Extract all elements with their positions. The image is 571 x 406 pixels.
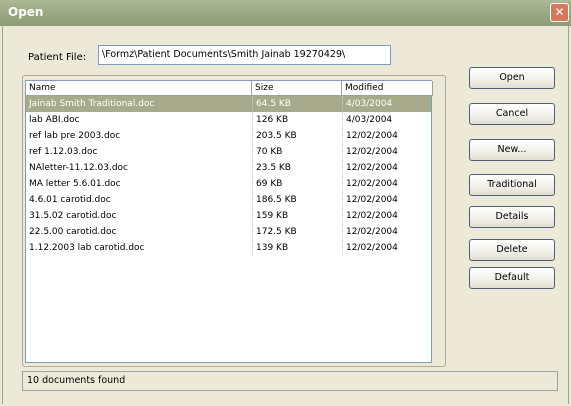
cell-modified: 4/03/2004 (342, 112, 431, 128)
cell-name: lab ABI.doc (29, 115, 80, 125)
patient-file-field[interactable]: \Formz\Patient Documents\Smith Jainab 19… (98, 45, 391, 65)
close-button[interactable]: ✕ (550, 3, 569, 22)
file-row[interactable]: NAletter-11.12.03.doc 23.5 KB 12/02/2004 (26, 160, 431, 176)
file-row[interactable]: 1.12.2003 lab carotid.doc 139 KB 12/02/200… (26, 240, 431, 256)
cell-size: 69 KB (252, 176, 342, 192)
dialog-title: Open (8, 5, 44, 19)
patient-file-label: Patient File: (28, 52, 87, 63)
cell-size: 139 KB (252, 240, 342, 256)
file-row[interactable]: ref lab pre 2003.doc 203.5 KB 12/02/2004 (26, 128, 431, 144)
file-row[interactable]: lab ABI.doc 126 KB 4/03/2004 (26, 112, 431, 128)
cell-modified: 12/02/2004 (342, 240, 431, 256)
cell-modified: 12/02/2004 (342, 192, 431, 208)
cell-name: 22.5.00 carotid.doc (29, 227, 117, 237)
column-header-modified[interactable]: Modified (342, 81, 433, 96)
cell-name: 31.5.02 carotid.doc (29, 211, 117, 221)
file-row[interactable]: 22.5.00 carotid.doc 172.5 KB 12/02/2004 (26, 224, 431, 240)
column-header-name[interactable]: Name (26, 81, 252, 96)
details-button[interactable]: Details (469, 206, 555, 228)
cell-size: 126 KB (252, 112, 342, 128)
cell-name: 1.12.2003 lab carotid.doc (29, 243, 145, 253)
file-row[interactable]: Jainab Smith Traditional.doc 64.5 KB 4/03/… (26, 96, 431, 112)
file-row[interactable]: 31.5.02 carotid.doc 159 KB 12/02/2004 (26, 208, 431, 224)
file-row[interactable]: 4.6.01 carotid.doc 186.5 KB 12/02/2004 (26, 192, 431, 208)
cell-modified: 4/03/2004 (342, 96, 431, 112)
file-list[interactable]: Name Size Modified Jainab Smith Traditio… (25, 80, 433, 363)
file-row[interactable]: MA letter 5.6.01.doc 69 KB 12/02/2004 (26, 176, 431, 192)
cell-name: ref 1.12.03.doc (29, 147, 98, 157)
cell-name: Jainab Smith Traditional.doc (29, 99, 155, 109)
cell-modified: 12/02/2004 (342, 128, 431, 144)
cell-size: 172.5 KB (252, 224, 342, 240)
cell-modified: 12/02/2004 (342, 208, 431, 224)
cell-modified: 12/02/2004 (342, 160, 431, 176)
file-row[interactable]: ref 1.12.03.doc 70 KB 12/02/2004 (26, 144, 431, 160)
cell-modified: 12/02/2004 (342, 176, 431, 192)
new-button[interactable]: New... (469, 139, 555, 161)
cell-size: 64.5 KB (252, 96, 342, 112)
cell-size: 203.5 KB (252, 128, 342, 144)
cell-size: 23.5 KB (252, 160, 342, 176)
delete-button[interactable]: Delete (469, 239, 555, 261)
default-button[interactable]: Default (469, 267, 555, 289)
cell-modified: 12/02/2004 (342, 224, 431, 240)
title-bar[interactable]: Open ✕ (0, 0, 571, 26)
cell-name: NAletter-11.12.03.doc (29, 163, 128, 173)
open-dialog: Open ✕ Patient File: \Formz\Patient Docu… (0, 0, 571, 406)
cell-size: 70 KB (252, 144, 342, 160)
status-bar: 10 documents found (22, 371, 558, 391)
cell-modified: 12/02/2004 (342, 144, 431, 160)
cell-size: 159 KB (252, 208, 342, 224)
cell-size: 186.5 KB (252, 192, 342, 208)
traditional-button[interactable]: Traditional (469, 174, 555, 196)
cancel-button[interactable]: Cancel (469, 103, 555, 125)
open-button[interactable]: Open (469, 67, 555, 89)
close-icon: ✕ (554, 5, 565, 19)
column-header-size[interactable]: Size (252, 81, 342, 96)
cell-name: 4.6.01 carotid.doc (29, 195, 111, 205)
cell-name: ref lab pre 2003.doc (29, 131, 121, 141)
cell-name: MA letter 5.6.01.doc (29, 179, 121, 189)
